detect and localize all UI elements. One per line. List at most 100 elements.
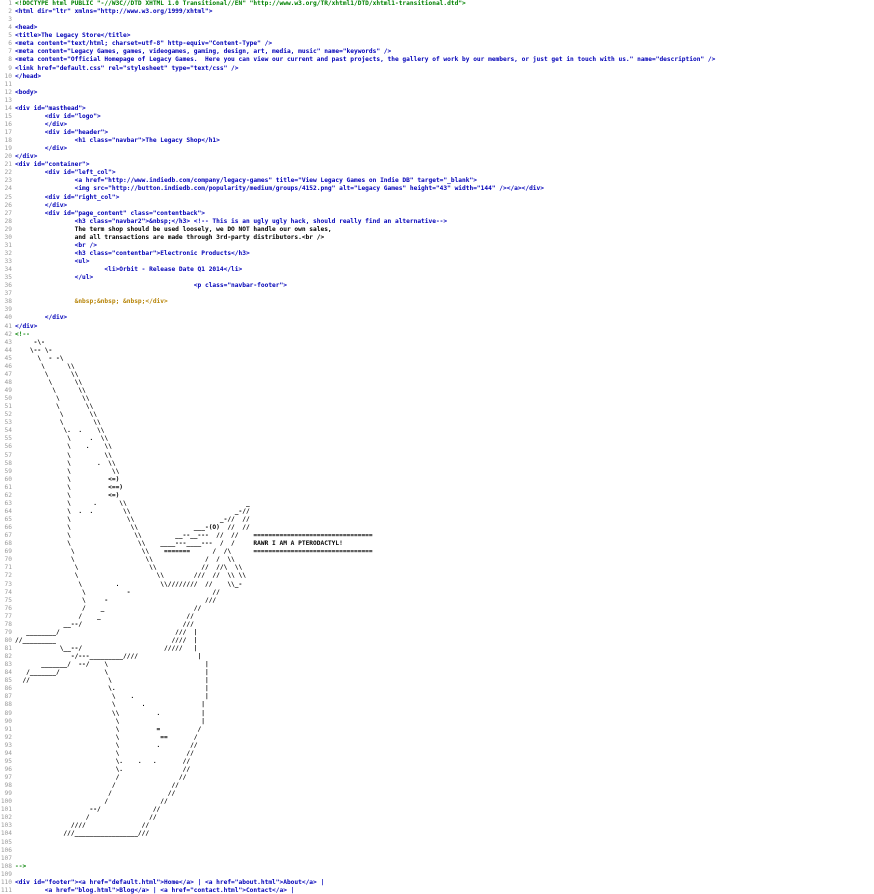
line-number: 98 bbox=[4, 782, 12, 790]
source-line: 63 \ . \\ _ bbox=[0, 500, 874, 508]
line-code: \ . \\ bbox=[15, 459, 116, 467]
line-code: \__--/ ///// | bbox=[15, 645, 198, 652]
source-line: 101 --/ // bbox=[0, 806, 874, 814]
line-code: \. // bbox=[15, 765, 191, 773]
line-code: <html dir="ltr" xmlns="http://www.w3.org… bbox=[15, 8, 213, 16]
source-line: 75 \ - /// bbox=[0, 597, 874, 605]
line-code: \ - -\ bbox=[15, 354, 64, 362]
source-line: 13 bbox=[0, 97, 874, 105]
line-number: 76 bbox=[4, 604, 12, 612]
line-number: 38 bbox=[4, 298, 12, 306]
line-code: <body> bbox=[15, 88, 38, 96]
source-line: 91 \ = / bbox=[0, 726, 874, 734]
source-line: 61 \ <==) bbox=[0, 484, 874, 492]
line-code: \ . // bbox=[15, 741, 198, 749]
line-code: \ \\ bbox=[15, 467, 120, 475]
line-number: 83 bbox=[4, 661, 12, 669]
line-code: \ \\ bbox=[15, 387, 86, 394]
line-code: <div id="footer"><a href="default.html">… bbox=[15, 878, 325, 886]
source-line: 10 </head> bbox=[0, 73, 874, 81]
source-line: 3 bbox=[0, 16, 874, 24]
line-number: 22 bbox=[4, 169, 12, 177]
line-number: 61 bbox=[4, 483, 12, 491]
source-line: 29 The term shop should be used loosely,… bbox=[0, 226, 874, 234]
source-line: 74 \ - // bbox=[0, 589, 874, 597]
line-number: 2 bbox=[8, 8, 12, 16]
source-line: 42 <!-- bbox=[0, 331, 874, 339]
source-line: 84 /_______/ \ | bbox=[0, 669, 874, 677]
line-number: 94 bbox=[4, 749, 12, 757]
source-line: 26 </div> bbox=[0, 202, 874, 210]
line-code: \ - // bbox=[15, 588, 220, 596]
source-line: 103 //// // bbox=[0, 822, 874, 830]
line-number: 24 bbox=[4, 185, 12, 193]
line-number: 80 bbox=[4, 636, 12, 644]
line-number: 74 bbox=[4, 588, 12, 596]
line-code: \ \\ __--__--- // // ===================… bbox=[15, 532, 373, 540]
line-code: //_________ //// | bbox=[15, 636, 198, 644]
source-line: 38 &nbsp;&nbsp; &nbsp;</div> bbox=[0, 298, 874, 306]
source-line: 98 / // bbox=[0, 782, 874, 790]
line-number: 85 bbox=[4, 677, 12, 685]
source-line: 43 -\- bbox=[0, 339, 874, 347]
line-code: <img src="http://button.indiedb.com/popu… bbox=[15, 185, 544, 193]
source-line: 95 \. . . // bbox=[0, 758, 874, 766]
source-line: 72 \ \\ /// // \\ \\ bbox=[0, 572, 874, 580]
source-line: 96 \. // bbox=[0, 766, 874, 774]
line-code: <li>Orbit - Release Date Q1 2014</li> bbox=[15, 266, 243, 274]
source-line: 78 __--/ /// bbox=[0, 621, 874, 629]
line-code: \ \\ bbox=[15, 395, 90, 403]
line-number: 88 bbox=[4, 701, 12, 709]
source-line: 2 <html dir="ltr" xmlns="http://www.w3.or… bbox=[0, 8, 874, 16]
source-line: 77 / _ // bbox=[0, 613, 874, 621]
source-line: 18 <h1 class="navbar">The Legacy Shop</h… bbox=[0, 137, 874, 145]
line-number: 25 bbox=[4, 193, 12, 201]
source-line: 53 \ \\ bbox=[0, 419, 874, 427]
line-code: <div id="container"> bbox=[15, 161, 90, 169]
source-line: 76 / _ // bbox=[0, 605, 874, 613]
source-line: 83 _______/ --/ \ | bbox=[0, 661, 874, 669]
line-code: <link href="default.css" rel="stylesheet… bbox=[15, 64, 239, 72]
line-number: 62 bbox=[4, 491, 12, 499]
line-number: 49 bbox=[4, 387, 12, 394]
line-number: 37 bbox=[4, 290, 12, 298]
line-code: <meta content="Official Homepage of Lega… bbox=[15, 56, 716, 64]
line-number: 99 bbox=[4, 790, 12, 798]
line-number: 59 bbox=[4, 467, 12, 475]
line-code: </div> bbox=[15, 153, 38, 161]
line-number: 21 bbox=[4, 161, 12, 169]
line-code: <h3 class="navbar2">&nbsp;</h3> <!-- Thi… bbox=[15, 217, 448, 225]
line-code: \. | bbox=[15, 685, 209, 693]
source-line: 4 <head> bbox=[0, 24, 874, 32]
line-number: 52 bbox=[4, 411, 12, 419]
line-number: 68 bbox=[4, 540, 12, 548]
line-number: 95 bbox=[4, 757, 12, 765]
line-number: 110 bbox=[0, 878, 12, 886]
source-line: 93 \ . // bbox=[0, 742, 874, 750]
line-number: 73 bbox=[4, 580, 12, 588]
line-code: </div> bbox=[15, 322, 38, 330]
source-line: 56 \ . \\ bbox=[0, 443, 874, 451]
line-code: \ \\ bbox=[15, 370, 79, 378]
source-line: 59 \ \\ bbox=[0, 468, 874, 476]
source-viewer[interactable]: 1 <!DOCTYPE html PUBLIC "-//W3C//DTD XHTM… bbox=[0, 0, 874, 894]
line-number: 6 bbox=[8, 40, 12, 48]
source-line: 89 \\ . | bbox=[0, 710, 874, 718]
line-code: \. . . // bbox=[15, 757, 191, 765]
line-number: 34 bbox=[4, 266, 12, 274]
source-line: 32 <h3 class="contentbar">Electronic Pro… bbox=[0, 250, 874, 258]
line-code: \ \\ bbox=[15, 362, 75, 370]
source-line: 41 </div> bbox=[0, 323, 874, 331]
line-code: \ \\ bbox=[15, 451, 112, 459]
line-number: 13 bbox=[4, 96, 12, 104]
line-code: \ \\ ____---____--- / / RAWR I AM A PTER… bbox=[15, 540, 343, 548]
source-line: 54 \. . \\ bbox=[0, 427, 874, 435]
line-code: <br /> bbox=[15, 241, 97, 249]
line-number: 43 bbox=[4, 338, 12, 346]
line-number: 96 bbox=[4, 765, 12, 773]
line-code: / _ // bbox=[15, 612, 194, 620]
source-line: 64 \ . . \\ _-// bbox=[0, 508, 874, 516]
source-line: 14 <div id="masthead"> bbox=[0, 105, 874, 113]
